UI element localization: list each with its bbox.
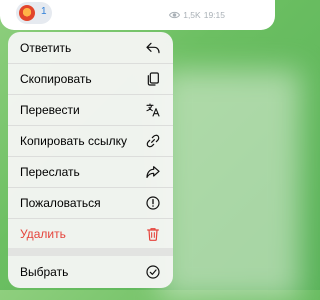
menu-item-forward[interactable]: Переслать xyxy=(8,156,173,187)
message-bubble[interactable]: 1 1,5K 19:15 xyxy=(0,0,275,30)
copy-icon xyxy=(145,71,161,87)
background-blur xyxy=(160,70,300,300)
menu-item-label: Ответить xyxy=(20,40,72,55)
menu-item-delete[interactable]: Удалить xyxy=(8,218,173,249)
menu-item-label: Удалить xyxy=(20,226,66,241)
menu-item-label: Скопировать xyxy=(20,71,92,86)
forward-icon xyxy=(145,164,161,180)
menu-item-label: Пожаловаться xyxy=(20,195,101,210)
reply-icon xyxy=(145,40,161,56)
menu-item-label: Перевести xyxy=(20,102,80,117)
menu-section-gap xyxy=(8,248,173,256)
menu-item-label: Переслать xyxy=(20,164,80,179)
translate-icon xyxy=(145,102,161,118)
reaction-chip[interactable]: 1 xyxy=(16,2,52,24)
message-time: 19:15 xyxy=(203,10,225,20)
menu-item-label: Копировать ссылку xyxy=(20,133,127,148)
message-meta: 1,5K 19:15 xyxy=(169,10,225,20)
context-menu: Ответить Скопировать Перевести Копироват… xyxy=(8,32,173,288)
checkmark-circle-icon xyxy=(145,264,161,280)
menu-item-label: Выбрать xyxy=(20,264,69,279)
link-icon xyxy=(145,133,161,149)
menu-item-reply[interactable]: Ответить xyxy=(8,32,173,63)
reaction-count: 1 xyxy=(41,6,47,17)
views-count: 1,5K xyxy=(183,10,201,20)
menu-item-translate[interactable]: Перевести xyxy=(8,94,173,125)
menu-item-report[interactable]: Пожаловаться xyxy=(8,187,173,218)
menu-item-select[interactable]: Выбрать xyxy=(8,256,173,287)
trash-icon xyxy=(145,226,161,242)
views-icon xyxy=(169,11,181,19)
reaction-emoji-icon xyxy=(19,5,35,21)
menu-item-copy-link[interactable]: Копировать ссылку xyxy=(8,125,173,156)
report-icon xyxy=(145,195,161,211)
menu-item-copy[interactable]: Скопировать xyxy=(8,63,173,94)
